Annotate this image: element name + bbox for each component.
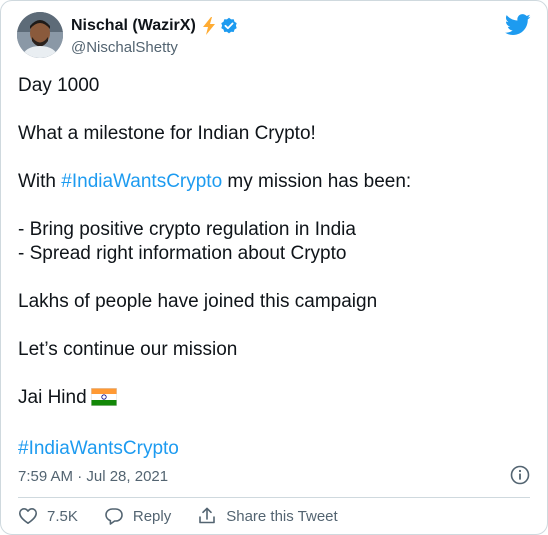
closing-hashtag-link[interactable]: #IndiaWantsCrypto [18, 438, 179, 459]
like-count: 7.5K [47, 507, 78, 525]
tweet-actions: 7.5K Reply Share this Tweet [18, 506, 364, 526]
verified-badge-icon [220, 17, 238, 35]
tweet-line-campaign: Lakhs of people have joined this campaig… [18, 291, 378, 312]
reply-icon [105, 508, 123, 525]
heart-icon [19, 508, 37, 524]
info-icon[interactable] [510, 465, 530, 490]
tweet-timestamp[interactable]: 7:59 AM · Jul 28, 2021 [18, 467, 168, 487]
reply-label: Reply [132, 507, 172, 525]
tweet-line-day: Day 1000 [18, 75, 100, 96]
tweet-line-jai-hind: Jai Hind [18, 386, 528, 413]
mission-prefix: With [18, 171, 62, 192]
avatar[interactable] [17, 12, 63, 58]
mission-suffix: my mission has been: [222, 171, 412, 192]
share-button[interactable]: Share this Tweet [197, 506, 338, 526]
jai-hind-text: Jai Hind [18, 387, 87, 408]
author-name-row[interactable]: Nischal (WazirX) [71, 16, 238, 36]
tweet-line-bullet-2: - Spread right information about Crypto [18, 243, 347, 264]
reply-button[interactable]: Reply [104, 506, 171, 526]
tweet-card: Nischal (WazirX) @NischalShetty Day 1000… [0, 0, 548, 535]
divider [18, 497, 530, 498]
tweet-line-closing-hashtag: #IndiaWantsCrypto [18, 437, 528, 461]
share-icon [199, 507, 216, 524]
author-handle[interactable]: @NischalShetty [71, 38, 178, 57]
author-name[interactable]: Nischal (WazirX) [71, 16, 196, 36]
tweet-line-continue: Let’s continue our mission [18, 339, 238, 360]
tweet-line-bullet-1: - Bring positive crypto regulation in In… [18, 219, 356, 240]
hashtag-link[interactable]: #IndiaWantsCrypto [61, 171, 222, 192]
lightning-bolt-icon [202, 17, 216, 35]
tweet-line-mission: With #IndiaWantsCrypto my mission has be… [18, 170, 528, 194]
tweet-line-milestone: What a milestone for Indian Crypto! [18, 123, 316, 144]
like-button[interactable]: 7.5K [18, 506, 78, 526]
india-flag-icon [90, 388, 117, 413]
twitter-bird-icon[interactable] [504, 14, 531, 41]
share-label: Share this Tweet [226, 507, 338, 525]
tweet-text: Day 1000 What a milestone for Indian Cry… [18, 74, 528, 461]
